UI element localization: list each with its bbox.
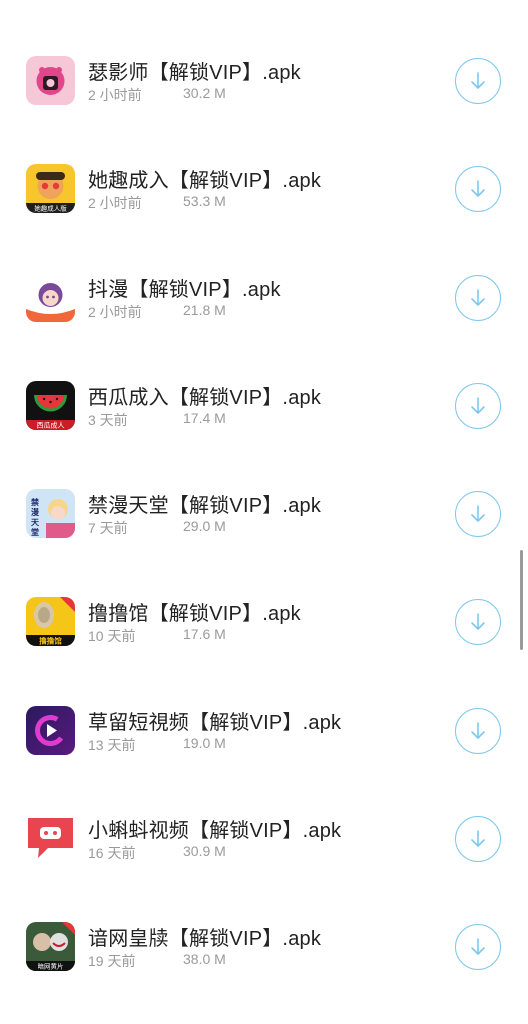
download-arrow-icon xyxy=(471,613,485,631)
app-title: 禁漫天堂【解锁VIP】.apk xyxy=(88,495,322,518)
size-label: 17.6 M xyxy=(183,626,226,643)
seyingshi-app-icon xyxy=(26,56,75,105)
scrollbar[interactable] xyxy=(520,550,523,650)
list-item[interactable]: 小蝌蚪视频【解锁VIP】.apk 16 天前 30.9 M xyxy=(0,786,528,894)
download-button[interactable] xyxy=(455,924,501,971)
svg-text:她趣成人版: 她趣成人版 xyxy=(34,204,67,213)
time-label: 7 天前 xyxy=(88,520,128,537)
taqu-app-icon: 她趣成人版 xyxy=(26,164,75,214)
list-item[interactable]: 撸撸馆 撸撸馆【解锁VIP】.apk 10 天前 17.6 M xyxy=(0,569,528,677)
time-label: 2 小时前 xyxy=(88,303,142,320)
time-label: 3 天前 xyxy=(88,411,128,428)
time-label: 16 天前 xyxy=(88,845,136,862)
size-label: 21.8 M xyxy=(183,301,226,318)
app-title: 瑟影师【解锁VIP】.apk xyxy=(88,62,301,84)
svg-text:西瓜成人: 西瓜成人 xyxy=(37,420,65,429)
list-item[interactable]: 瑟影师【解锁VIP】.apk 2 小时前 30.2 M xyxy=(0,28,528,136)
time-label: 2 小时前 xyxy=(88,195,142,212)
app-title: 她趣成入【解锁VIP】.apk xyxy=(88,170,322,193)
app-title: 撸撸馆【解锁VIP】.apk xyxy=(88,603,301,626)
list-item[interactable]: 草留短視频【解锁VIP】.apk 13 天前 19.0 M xyxy=(0,678,528,786)
luluguan-app-icon: 撸撸馆 xyxy=(26,597,75,647)
list-item[interactable]: 她趣成人版 她趣成入【解锁VIP】.apk 2 小时前 53.3 M xyxy=(0,136,528,244)
list-item[interactable]: 抖漫【解锁VIP】.apk 2 小时前 21.8 M xyxy=(0,245,528,353)
svg-text:堂: 堂 xyxy=(31,527,39,537)
size-label: 19.0 M xyxy=(183,734,226,751)
svg-text:漫: 漫 xyxy=(31,507,39,517)
caoliu-app-icon xyxy=(26,705,75,755)
jinman-app-icon: 禁 漫 天 堂 xyxy=(26,489,75,539)
download-arrow-icon xyxy=(471,721,485,739)
download-arrow-icon xyxy=(471,830,485,847)
svg-text:禁: 禁 xyxy=(30,497,39,507)
download-arrow-icon xyxy=(471,180,485,198)
size-label: 30.9 M xyxy=(183,843,226,860)
app-title: 小蝌蚪视频【解锁VIP】.apk xyxy=(88,820,342,843)
size-label: 30.2 M xyxy=(183,85,226,101)
size-label: 29.0 M xyxy=(183,518,226,535)
app-title: 抖漫【解锁VIP】.apk xyxy=(88,278,281,301)
list-item[interactable]: 禁 漫 天 堂 禁漫天堂【解锁VIP】.apk 7 天前 29.0 M xyxy=(0,461,528,569)
svg-text:撸撸馆: 撸撸馆 xyxy=(39,636,62,646)
app-title: 草留短視频【解锁VIP】.apk xyxy=(88,711,342,734)
download-arrow-icon xyxy=(471,72,485,89)
time-label: 2 小时前 xyxy=(88,87,142,103)
list-item[interactable]: 暗网黄片 谙网皇牍【解锁VIP】.apk 19 天前 38.0 M xyxy=(0,894,528,1002)
douman-app-icon xyxy=(26,272,75,322)
download-button[interactable] xyxy=(455,599,501,646)
download-arrow-icon xyxy=(471,938,485,956)
download-arrow-icon xyxy=(471,505,485,522)
download-arrow-icon xyxy=(471,288,485,306)
download-button[interactable] xyxy=(455,707,501,754)
anwang-app-icon: 暗网黄片 xyxy=(26,922,75,972)
xiaokedou-app-icon xyxy=(26,814,75,864)
app-title: 谙网皇牍【解锁VIP】.apk xyxy=(88,928,322,951)
apk-list: 瑟影师【解锁VIP】.apk 2 小时前 30.2 M 她趣成人版 她趣成入【解… xyxy=(0,0,528,1024)
app-title: 西瓜成入【解锁VIP】.apk xyxy=(88,386,322,409)
download-button[interactable] xyxy=(455,166,501,213)
download-button[interactable] xyxy=(455,58,501,104)
download-button[interactable] xyxy=(455,491,501,538)
svg-text:天: 天 xyxy=(31,518,40,527)
time-label: 13 天前 xyxy=(88,736,136,753)
time-label: 19 天前 xyxy=(88,953,136,970)
download-button[interactable] xyxy=(455,274,501,321)
size-label: 17.4 M xyxy=(183,409,226,426)
download-button[interactable] xyxy=(455,382,501,429)
download-arrow-icon xyxy=(471,397,485,414)
xigua-app-icon: 西瓜成人 xyxy=(26,380,75,430)
svg-text:暗网黄片: 暗网黄片 xyxy=(38,962,64,971)
download-button[interactable] xyxy=(455,816,501,863)
size-label: 53.3 M xyxy=(183,193,226,210)
time-label: 10 天前 xyxy=(88,628,136,645)
size-label: 38.0 M xyxy=(183,951,226,968)
list-item[interactable]: 西瓜成人 西瓜成入【解锁VIP】.apk 3 天前 17.4 M xyxy=(0,353,528,461)
